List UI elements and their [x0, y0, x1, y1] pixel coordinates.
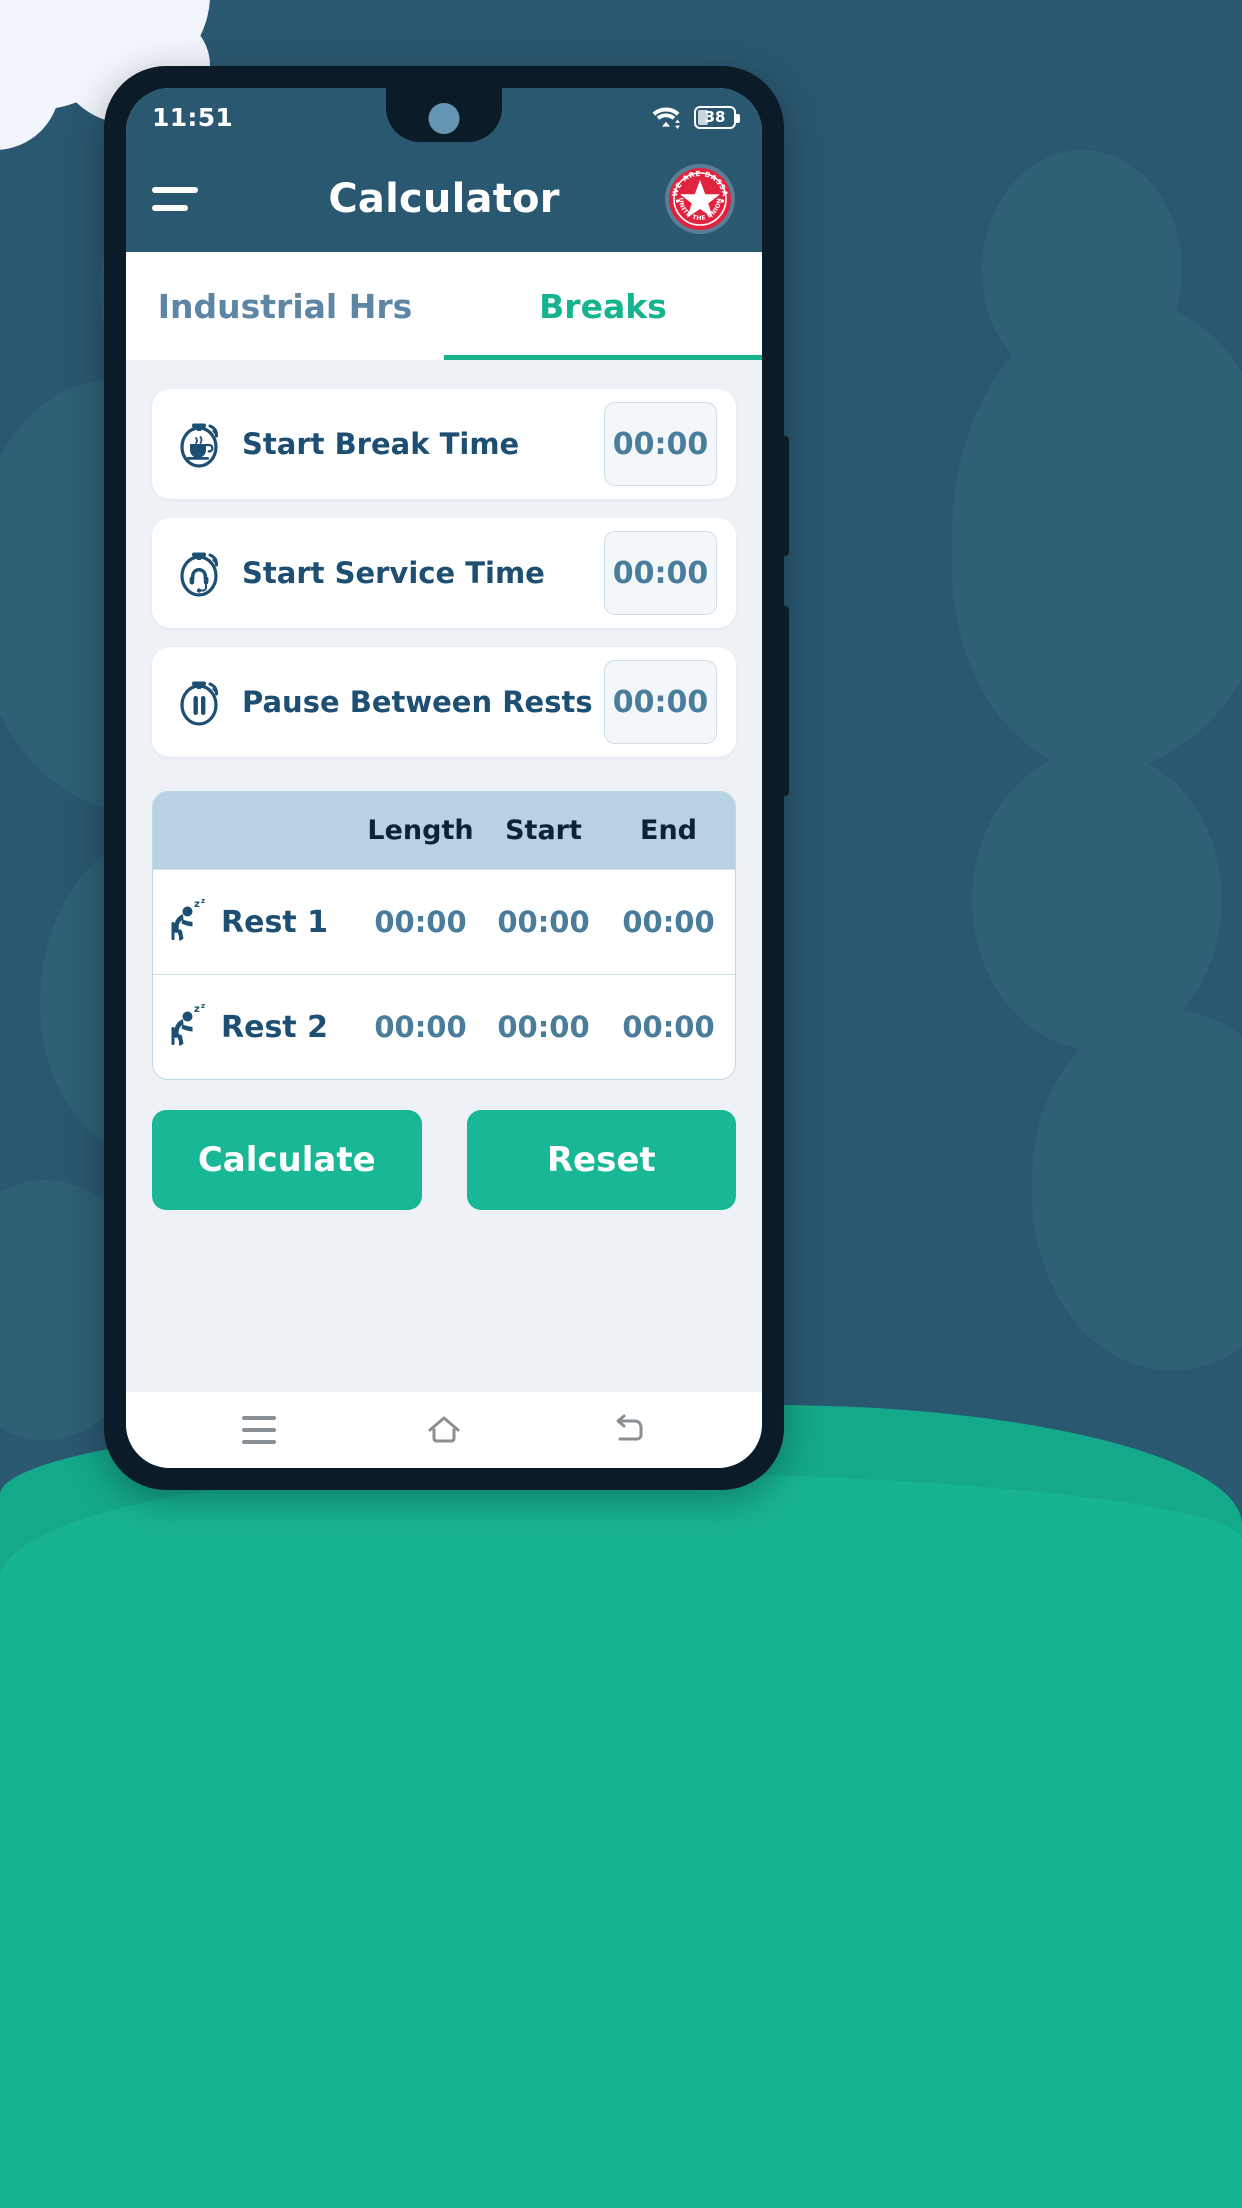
main-content: Start Break Time 00:00 Start Service Tim…	[126, 360, 762, 1392]
wifi-icon	[652, 107, 680, 129]
recent-apps-icon[interactable]	[219, 1400, 299, 1460]
background-hill-front	[0, 1470, 1242, 2208]
camera-notch	[386, 88, 502, 142]
start-service-time-input[interactable]: 00:00	[604, 531, 717, 615]
back-arrow-icon[interactable]	[589, 1400, 669, 1460]
hamburger-menu-icon[interactable]	[152, 179, 202, 219]
status-icons: 38	[650, 104, 740, 130]
battery-level: 38	[704, 107, 726, 126]
table-row: z z	[153, 869, 735, 974]
svg-text:z: z	[194, 899, 200, 910]
tab-bar: Industrial Hrs Breaks	[126, 252, 762, 360]
table-header-start: Start	[505, 815, 582, 846]
svg-text:z: z	[194, 1004, 200, 1015]
rest-row-start: 00:00	[497, 905, 590, 939]
status-time: 11:51	[152, 102, 234, 132]
decorative-blob	[972, 750, 1222, 1050]
table-row: z z	[153, 974, 735, 1079]
card-label: Start Service Time	[242, 555, 545, 590]
sleeping-person-icon: z z	[163, 1001, 211, 1053]
start-service-time-card: Start Service Time 00:00	[152, 518, 736, 628]
phone-frame: 11:51 38 Calculator WE ARE BASSA UNIT TH…	[104, 66, 789, 1490]
tab-breaks[interactable]: Breaks	[444, 252, 762, 360]
svg-text:z: z	[201, 1002, 205, 1010]
card-label: Start Break Time	[242, 426, 520, 461]
stopwatch-coffee-icon	[174, 418, 226, 470]
phone-power-button[interactable]	[782, 436, 789, 556]
reset-button[interactable]: Reset	[466, 1110, 736, 1210]
stopwatch-pause-icon	[174, 676, 226, 728]
app-bar: Calculator WE ARE BASSA UNITE THE UNION	[126, 146, 762, 252]
phone-screen: 11:51 38 Calculator WE ARE BASSA UNIT TH…	[126, 88, 762, 1468]
start-break-time-card: Start Break Time 00:00	[152, 389, 736, 499]
battery-icon: 38	[694, 105, 740, 129]
rest-row-name-cell: z z	[153, 896, 359, 948]
rest-row-end: 00:00	[622, 1010, 715, 1044]
rest-row-name-cell: z z	[153, 1001, 359, 1053]
calculate-button[interactable]: Calculate	[152, 1110, 422, 1210]
android-nav-bar	[126, 1392, 762, 1468]
sleeping-person-icon: z z	[163, 896, 211, 948]
table-header-end: End	[640, 815, 697, 846]
rest-row-length: 00:00	[374, 1010, 467, 1044]
rest-row-label: Rest 1	[221, 904, 328, 940]
rest-row-length: 00:00	[374, 905, 467, 939]
phone-volume-button[interactable]	[782, 606, 789, 796]
rest-row-end: 00:00	[622, 905, 715, 939]
tab-industrial-hrs[interactable]: Industrial Hrs	[126, 252, 444, 360]
status-bar: 11:51 38	[126, 88, 762, 146]
rest-row-start: 00:00	[497, 1010, 590, 1044]
pause-between-rests-input[interactable]: 00:00	[604, 660, 717, 744]
front-camera-icon	[428, 103, 460, 134]
rest-table: Length Start End z z Rest 1 00:00 00:00 …	[152, 791, 736, 1080]
rest-row-label: Rest 2	[221, 1009, 328, 1045]
svg-text:z: z	[201, 897, 205, 905]
action-buttons: Calculate Reset	[152, 1110, 736, 1210]
table-header-length: Length	[367, 815, 474, 846]
card-label: Pause Between Rests	[242, 684, 593, 719]
bassa-union-logo-icon[interactable]: WE ARE BASSA UNITE THE UNION	[664, 163, 736, 235]
stopwatch-headset-icon	[174, 547, 226, 599]
wallpaper-background: 11:51 38 Calculator WE ARE BASSA UNIT TH…	[0, 0, 1242, 2208]
home-icon[interactable]	[404, 1400, 484, 1460]
start-break-time-input[interactable]: 00:00	[604, 402, 717, 486]
decorative-blob	[1032, 1010, 1242, 1370]
pause-between-rests-card: Pause Between Rests 00:00	[152, 647, 736, 757]
decorative-blob	[982, 150, 1182, 390]
table-header-row: Length Start End	[153, 792, 735, 869]
